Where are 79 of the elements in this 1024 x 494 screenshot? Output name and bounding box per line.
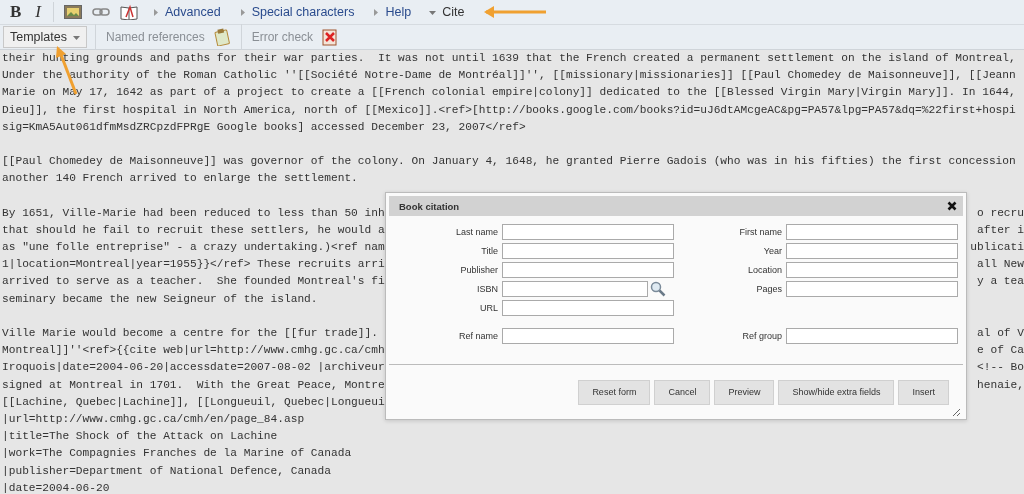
text-line: |date=2004-06-20 <box>2 480 110 494</box>
caret-icon <box>429 8 437 16</box>
text-line: By 1651, Ville-Marie had been reduced to less than 50 inh <box>2 205 385 221</box>
text-line: ublicati <box>970 240 1024 256</box>
text-line: that should he fail to recruit these settlers, he would a <box>2 222 385 238</box>
dialog-title: Book citation <box>399 200 460 212</box>
text-line: [[Paul Chomedey de Maisonneuve]] was governor of the colony. On January 4, 1648, he granted Pierre Gadois (who was in his fifties) the first concession <box>2 154 1016 170</box>
text-field[interactable] <box>786 243 958 259</box>
menu-link[interactable]: Special characters <box>234 5 359 19</box>
field-label: Last name <box>454 227 498 237</box>
text-line: arrived to serve as a teacher. She founded Montreal's fi <box>2 274 385 290</box>
field-label: Publisher <box>459 265 498 275</box>
templates-dropdown[interactable]: Templates <box>3 26 87 48</box>
resize-grip-icon[interactable] <box>952 408 961 417</box>
italic-button[interactable]: I <box>33 2 43 22</box>
text-field[interactable] <box>502 224 674 240</box>
text-line: e of Ca <box>977 343 1024 359</box>
text-field[interactable] <box>786 281 958 297</box>
caret-icon <box>73 33 80 41</box>
text-line: al of V <box>977 326 1024 341</box>
text-line: Under the authority of the Roman Catholic ''[[Société Notre-Dame de Montréal]]'', [[missionary|missionaries]] [[Paul Chomedey de Maisonneuve]], [[Jeann <box>2 68 1016 84</box>
text-line: <!-- Bo <box>977 360 1024 376</box>
menu-link[interactable]: Help <box>368 5 416 19</box>
link-icon[interactable] <box>92 7 110 17</box>
menu-link[interactable]: Advanced <box>148 5 225 19</box>
text-line: [[Lachine, Quebec|Lachine]], [[Longueuil, Quebec|Longueui <box>2 394 385 410</box>
text-line: 1|location=Montreal|year=1955}}</ref> These recruits arri <box>2 257 385 273</box>
text-line: o recru <box>977 205 1024 221</box>
text-line: Montreal]]''<ref>{{cite web|url=http://www.cmhg.gc.ca/cmh <box>2 343 385 359</box>
field-label: Year <box>762 246 782 256</box>
text-field[interactable] <box>786 224 958 240</box>
text-line: |work=The Compagnies Franches de la Marine of Canada <box>2 446 352 462</box>
text-line: |title=The Shock of the Attack on Lachine <box>2 429 278 445</box>
text-line: |publisher=Department of National Defence, Canada <box>2 463 331 479</box>
text-field[interactable] <box>502 262 674 278</box>
field-label: ISBN <box>476 284 498 294</box>
text-field[interactable] <box>502 243 674 259</box>
text-line: seminary became the new Seigneur of the island. <box>2 291 318 307</box>
text-line: Dieu]], the first hospital in North America, north of [[Mexico]].<ref>[http://books.google.com/books?id=uJ6dtAMcgeAC&pg=PA57&lpg=PA57&dq=%22first+hospi <box>2 102 1016 118</box>
image-icon[interactable] <box>64 5 82 19</box>
field-label: First name <box>738 227 782 237</box>
bold-button[interactable]: B <box>8 2 24 22</box>
text-line: all New <box>977 257 1024 273</box>
book-icon[interactable] <box>120 4 138 20</box>
dialog-button[interactable]: Cancel <box>654 379 711 405</box>
text-field[interactable] <box>786 328 958 344</box>
text-field[interactable] <box>502 300 674 316</box>
text-line: Ville Marie would become a centre for the [[fur trade]]. <box>2 326 378 341</box>
menu-link[interactable]: Cite <box>425 5 469 19</box>
field-label: Ref name <box>457 331 498 341</box>
search-icon[interactable] <box>650 281 666 297</box>
text-line: sig=KmA5Aut061dfmMsdZRCpzdFPRgE Google books] accessed December 23, 2007</ref> <box>2 119 526 135</box>
close-button[interactable] <box>947 201 957 211</box>
text-line: henaie, <box>977 377 1024 393</box>
text-field[interactable] <box>786 262 958 278</box>
text-field[interactable] <box>502 328 674 344</box>
field-label: Pages <box>755 284 782 294</box>
text-line: y a tea <box>977 274 1024 290</box>
text-line: |url=http://www.cmhg.gc.ca/cmh/en/page_84.asp <box>2 411 305 427</box>
field-label: Location <box>746 265 782 275</box>
error-book-icon <box>321 28 340 46</box>
dialog-button[interactable]: Preview <box>714 379 775 405</box>
clipboard-icon <box>212 28 231 46</box>
caret-icon <box>372 8 380 16</box>
text-line: Iroquois|date=2004-06-20|accessdate=2007-08-02 |archiveur <box>2 360 385 376</box>
caret-icon <box>238 8 246 16</box>
text-line: as "une folle entreprise" - a crazy undertaking.)<ref nam <box>2 240 385 256</box>
text-field[interactable] <box>502 281 648 297</box>
dialog-button[interactable]: Reset form <box>578 379 651 405</box>
text-line: another 140 French arrived to enlarge the settlement. <box>2 171 358 187</box>
dialog-button[interactable]: Insert <box>898 379 949 405</box>
caret-icon <box>152 8 159 16</box>
text-line: after i <box>977 222 1024 238</box>
text-line: signed at Montreal in 1701. With the Great Peace, Montre <box>2 377 385 393</box>
field-label: Title <box>480 246 498 256</box>
field-label: Ref group <box>741 331 782 341</box>
dialog-button[interactable]: Show/hide extra fields <box>778 379 895 405</box>
field-label: URL <box>479 303 498 313</box>
annotation-arrow <box>484 5 549 19</box>
